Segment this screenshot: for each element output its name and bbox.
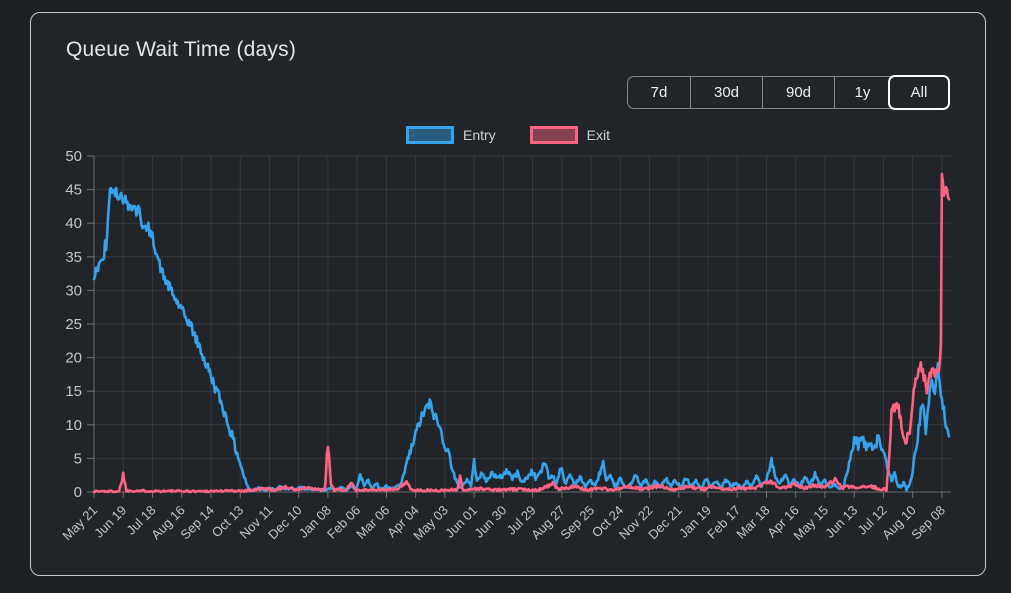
gridlines [94,156,951,492]
y-tick-label: 15 [65,383,82,400]
y-tick-label: 10 [65,417,82,434]
y-tick-label: 45 [65,182,82,199]
exit-line [94,174,949,492]
x-tick-label: Mar 18 [733,503,772,542]
range-button-7d[interactable]: 7d [628,77,690,108]
x-tick-label: Sep 14 [177,503,217,543]
x-tick-label: Mar 06 [353,503,392,542]
y-tick-label: 5 [74,450,82,467]
legend-label-entry: Entry [463,127,496,143]
x-tick-label: Jun 30 [471,503,509,541]
x-tick-label: Dec 21 [645,503,685,543]
legend-item-exit[interactable]: Exit [530,126,610,144]
range-button-1y[interactable]: 1y [834,77,890,108]
legend-swatch-exit [530,126,578,144]
y-tick-label: 25 [65,316,82,333]
x-tick-label: Dec 10 [265,503,305,543]
x-tick-label: Sep 08 [908,503,948,543]
time-range-selector: 7d30d90d1yAll [627,76,949,109]
y-tick-label: 20 [65,350,82,367]
axes [87,156,951,498]
legend-label-exit: Exit [587,127,610,143]
x-tick-label: Jun 13 [822,503,860,541]
chart-legend: Entry Exit [31,126,985,144]
y-tick-label: 0 [74,484,82,501]
range-button-30d[interactable]: 30d [690,77,762,108]
x-tick-label: Jun 19 [91,503,129,541]
y-tick-label: 40 [65,215,82,232]
y-tick-label: 50 [65,148,82,165]
range-button-all[interactable]: All [888,75,950,110]
x-tick-label: Jun 01 [442,503,480,541]
x-tick-label: May 21 [59,503,100,544]
y-tick-label: 35 [65,249,82,266]
entry-line [94,188,949,491]
range-button-90d[interactable]: 90d [762,77,834,108]
y-tick-label: 30 [65,282,82,299]
legend-item-entry[interactable]: Entry [406,126,496,144]
x-tick-label: Sep 25 [557,503,597,543]
queue-wait-time-chart[interactable]: 05101520253035404550May 21Jun 19Jul 18Au… [31,143,987,577]
legend-swatch-entry [406,126,454,144]
chart-card: Queue Wait Time (days) 7d30d90d1yAll Ent… [30,12,986,576]
chart-title: Queue Wait Time (days) [66,38,296,62]
